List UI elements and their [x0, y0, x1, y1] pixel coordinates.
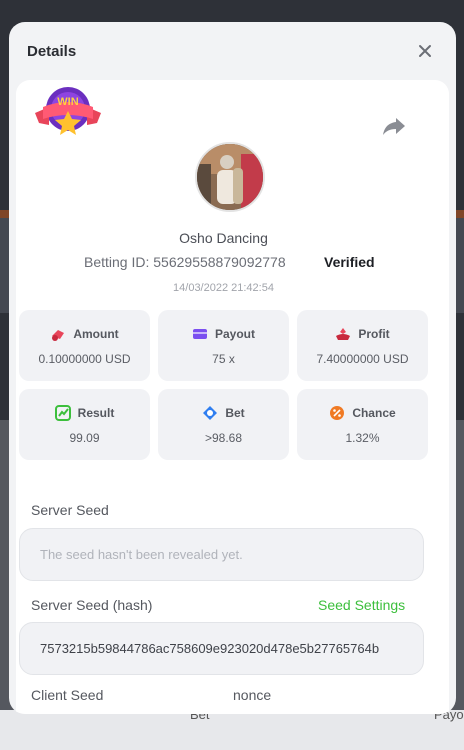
stat-value: >98.68 [204, 430, 243, 445]
verified-badge: Verified [324, 254, 375, 270]
server-seed-hash-field[interactable]: 7573215b59844786ac758609e923020d478e5b27… [19, 622, 424, 675]
player-avatar [195, 142, 265, 212]
stat-chance: Chance 1.32% [297, 389, 428, 460]
stat-value: 75 x [212, 351, 235, 366]
betting-id: Betting ID: 55629558879092778 [84, 254, 286, 270]
modal-header: Details [9, 22, 456, 80]
server-seed-hash-label: Server Seed (hash) [31, 597, 153, 613]
stat-profit: Profit 7.40000000 USD [297, 310, 428, 381]
server-seed-field[interactable]: The seed hasn't been revealed yet. [19, 528, 424, 581]
betting-id-label: Betting ID: [84, 254, 150, 270]
server-seed-label: Server Seed [31, 502, 109, 518]
seed-settings-link[interactable]: Seed Settings [318, 597, 405, 613]
stat-label: Result [77, 405, 115, 420]
stat-label: Chance [352, 405, 396, 420]
win-badge-icon: WIN [35, 87, 101, 135]
nonce-label: nonce [233, 687, 272, 703]
target-icon [203, 405, 218, 420]
stat-value: 0.10000000 USD [38, 351, 131, 366]
stat-label: Amount [73, 326, 119, 341]
stat-payout: Payout 75 x [158, 310, 289, 381]
share-icon[interactable] [382, 116, 406, 136]
card-icon [192, 328, 207, 339]
profit-icon [336, 327, 351, 340]
player-name: Osho Dancing [179, 230, 268, 246]
stat-value: 1.32% [345, 430, 380, 445]
stat-result: Result 99.09 [19, 389, 150, 460]
stat-bet: Bet >98.68 [158, 389, 289, 460]
stat-amount: Amount 0.10000000 USD [19, 310, 150, 381]
server-seed-placeholder: The seed hasn't been revealed yet. [40, 547, 243, 562]
chart-icon [54, 404, 71, 421]
stat-label: Payout [214, 326, 255, 341]
server-seed-hash-value: 7573215b59844786ac758609e923020d478e5b27… [40, 641, 380, 656]
background-bottom-bar [0, 710, 464, 750]
close-button[interactable] [414, 40, 436, 62]
betting-id-value: 55629558879092778 [153, 254, 286, 270]
bet-timestamp: 14/03/2022 21:42:54 [173, 282, 274, 294]
stat-label: Bet [225, 405, 245, 420]
modal-title: Details [27, 42, 77, 60]
stat-label: Profit [358, 326, 390, 341]
svg-text:WIN: WIN [57, 96, 78, 108]
stat-value: 7.40000000 USD [316, 351, 409, 366]
client-seed-label: Client Seed [31, 687, 104, 703]
stats-grid: Amount 0.10000000 USD Payout 75 x Profit… [19, 310, 428, 460]
percent-icon [330, 405, 345, 420]
stat-value: 99.09 [69, 430, 100, 445]
amount-icon [52, 329, 65, 341]
close-icon [419, 45, 431, 57]
